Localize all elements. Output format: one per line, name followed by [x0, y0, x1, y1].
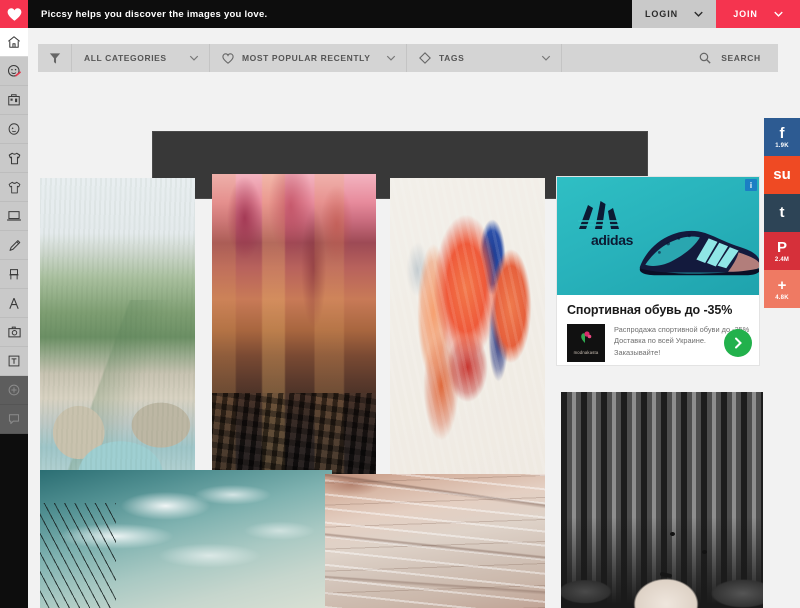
sponsored-ad-card[interactable]: i adidas Спортивная обувь до -35% modnak… — [556, 176, 760, 366]
face-icon — [8, 123, 20, 135]
sidebar-item-photography[interactable] — [0, 318, 28, 347]
sidebar-item-fashion[interactable] — [0, 144, 28, 173]
painting-portrait-image — [390, 178, 545, 483]
advertiser-logo: modnakasta — [567, 324, 605, 362]
sidebar-item-people[interactable] — [0, 115, 28, 144]
advertiser-name: modnakasta — [573, 350, 599, 355]
home-icon — [8, 36, 20, 48]
share-facebook-button[interactable]: f 1.9K — [764, 118, 800, 156]
photo-bw-mask-image — [561, 392, 763, 608]
text-box-icon — [8, 355, 20, 367]
photo-bw-mask[interactable] — [561, 392, 763, 608]
share-tumblr-button[interactable]: t — [764, 194, 800, 232]
adchoices-icon[interactable]: i — [745, 179, 757, 191]
camera-icon — [7, 326, 21, 338]
pinterest-count: 2.4M — [774, 256, 790, 263]
share-more-count: 4.8K — [775, 294, 789, 301]
sidebar-item-technology[interactable] — [0, 202, 28, 231]
mask-eye-left — [670, 532, 676, 537]
mask-eye-right — [702, 549, 708, 554]
sidebar-item-illustration[interactable] — [0, 231, 28, 260]
category-sidebar — [0, 28, 28, 608]
sidebar-item-typography[interactable] — [0, 289, 28, 318]
sidebar-item-architecture[interactable] — [0, 86, 28, 115]
leaf-flower-icon — [581, 331, 592, 343]
tumblr-icon: t — [779, 203, 785, 221]
share-stumbleupon-button[interactable]: su — [764, 156, 800, 194]
share-pinterest-button[interactable]: P 2.4M — [764, 232, 800, 270]
adidas-trefoil-icon — [578, 201, 620, 229]
photo-canyon-river[interactable] — [40, 178, 195, 484]
tshirt-icon — [8, 152, 20, 164]
main-content: ALL CATEGORIES MOST POPULAR RECENTLY TAG… — [28, 28, 800, 608]
piccsy-logo[interactable] — [0, 0, 28, 28]
auth-buttons: LOGIN JOIN — [632, 0, 800, 28]
chevron-down-icon — [774, 11, 783, 17]
tagline: Piccsy helps you discover the images you… — [41, 8, 268, 20]
pinterest-icon: P — [776, 238, 787, 256]
chevron-down-icon — [694, 11, 703, 17]
building-icon — [8, 94, 20, 106]
plus-icon: + — [777, 276, 787, 294]
tshirt-outline-icon — [8, 181, 20, 193]
painting-portrait[interactable] — [390, 178, 545, 483]
sidebar-item-more[interactable] — [0, 376, 28, 405]
ad-cta-button[interactable] — [724, 329, 752, 357]
sidebar-item-home[interactable] — [0, 28, 28, 57]
photo-birds-sky-image — [40, 470, 332, 608]
sidebar-filler — [0, 433, 28, 608]
chair-icon — [9, 268, 19, 279]
photo-rock-strata[interactable] — [325, 474, 545, 608]
smiley-pencil-icon — [7, 64, 21, 77]
photo-autumn-street[interactable] — [212, 174, 376, 487]
pencil-icon — [8, 239, 20, 251]
login-button[interactable]: LOGIN — [632, 0, 716, 28]
mask-mouth — [659, 572, 673, 579]
join-button[interactable]: JOIN — [716, 0, 800, 28]
speech-bubble-icon — [8, 414, 20, 425]
social-share-rail: f 1.9K su t P 2.4M + 4.8K — [764, 118, 800, 308]
top-bar: Piccsy helps you discover the images you… — [0, 0, 800, 28]
heart-icon — [7, 7, 21, 21]
sidebar-item-text[interactable] — [0, 347, 28, 376]
join-label: JOIN — [733, 9, 758, 19]
login-label: LOGIN — [645, 9, 678, 19]
photo-autumn-street-image — [212, 174, 376, 487]
sidebar-item-feedback[interactable] — [0, 405, 28, 434]
facebook-icon: f — [779, 124, 785, 142]
sidebar-item-style[interactable] — [0, 173, 28, 202]
stumbleupon-icon: su — [773, 165, 791, 183]
laptop-icon — [7, 211, 21, 221]
photo-canyon-river-image — [40, 178, 195, 484]
share-more-button[interactable]: + 4.8K — [764, 270, 800, 308]
facebook-count: 1.9K — [775, 142, 789, 149]
photo-rock-strata-image — [325, 474, 545, 608]
plus-circle-icon — [8, 384, 20, 396]
ad-hero-image: adidas — [557, 177, 759, 295]
sneaker-image — [639, 230, 759, 276]
photo-birds-sky[interactable] — [40, 470, 332, 608]
chevron-right-icon — [735, 337, 742, 349]
ad-title: Спортивная обувь до -35% — [567, 303, 733, 317]
compass-a-icon — [9, 297, 19, 309]
sidebar-item-furniture[interactable] — [0, 260, 28, 289]
sidebar-item-humor[interactable] — [0, 57, 28, 86]
